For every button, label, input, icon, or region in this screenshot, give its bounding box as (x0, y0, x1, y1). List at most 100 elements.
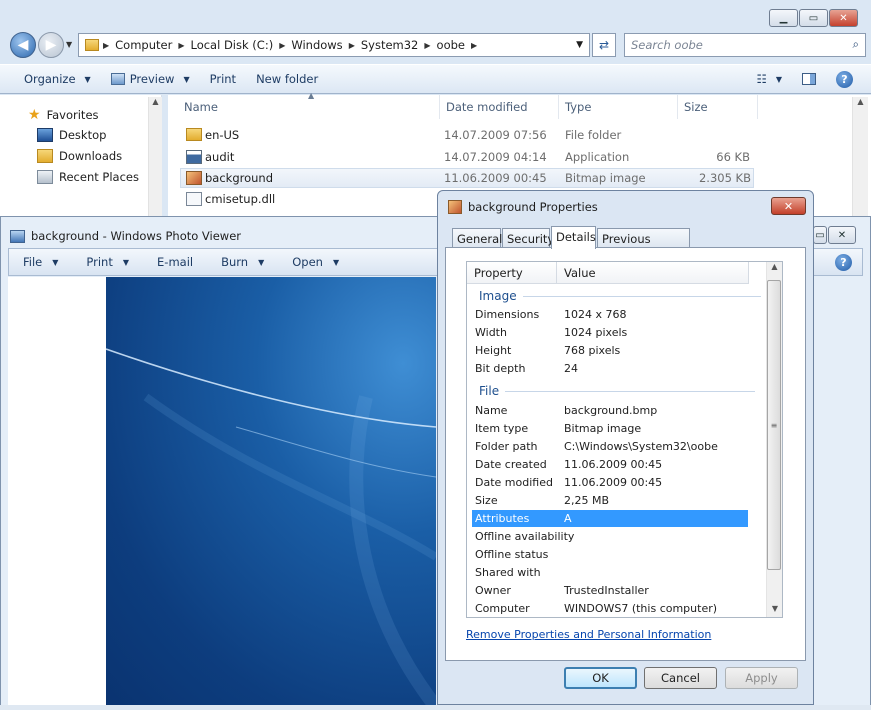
property-row[interactable]: Date modified 11.06.2009 00:45 (472, 474, 748, 491)
menu-label: Burn (221, 255, 249, 269)
column-header-value[interactable]: Value (557, 262, 749, 284)
file-type: Application (565, 150, 630, 164)
close-icon: ✕ (783, 199, 794, 213)
property-value: 24 (564, 362, 578, 375)
property-row[interactable]: Computer WINDOWS7 (this computer) (472, 600, 748, 617)
scroll-up-icon[interactable]: ▲ (853, 97, 868, 106)
close-button[interactable]: ✕ (828, 226, 856, 244)
help-button[interactable]: ? (835, 253, 852, 271)
close-button[interactable]: ✕ (829, 9, 858, 27)
nav-item-favorites[interactable]: ★ Favorites (28, 107, 99, 123)
dialog-close-button[interactable]: ✕ (771, 197, 806, 215)
tab-previous-versions[interactable]: Previous Versions (597, 228, 690, 260)
file-row-selected[interactable]: background 11.06.2009 00:45 Bitmap image… (180, 168, 754, 188)
nav-item-recent-places[interactable]: Recent Places (37, 170, 139, 184)
open-menu[interactable]: Open ▼ (278, 255, 353, 269)
recent-pages-chevron-icon[interactable]: ▼ (66, 40, 72, 49)
property-name: Size (475, 494, 498, 507)
file-row[interactable]: en-US 14.07.2009 07:56 File folder (180, 125, 754, 145)
photo-viewer-icon (10, 229, 25, 243)
property-name: Date created (475, 458, 547, 471)
property-value: 11.06.2009 00:45 (564, 458, 663, 471)
column-label: Type (565, 100, 592, 114)
column-header-name[interactable]: Name ▲ (178, 91, 440, 119)
search-placeholder: Search oobe (631, 38, 703, 52)
property-row[interactable]: Width 1024 pixels (472, 324, 748, 341)
column-header-size[interactable]: Size (678, 95, 758, 119)
property-row[interactable]: Size 2,25 MB (472, 492, 748, 509)
help-button[interactable]: ? (826, 65, 863, 93)
print-menu[interactable]: Print ▼ (72, 255, 143, 269)
wallpaper-swirl-graphic (105, 348, 442, 712)
property-row[interactable]: Date created 11.06.2009 00:45 (472, 456, 748, 473)
column-header-date[interactable]: Date modified (440, 95, 559, 119)
property-row[interactable]: Shared with (472, 564, 748, 581)
property-row[interactable]: Owner TrustedInstaller (472, 582, 748, 599)
breadcrumb-item[interactable]: oobe (431, 38, 471, 52)
print-button[interactable]: Print (200, 65, 246, 93)
property-row[interactable]: Name background.bmp (472, 402, 748, 419)
file-row[interactable]: audit 14.07.2009 04:14 Application 66 KB (180, 147, 754, 167)
organize-button[interactable]: Organize ▼ (14, 65, 101, 93)
folder-icon (186, 128, 202, 144)
maximize-button[interactable]: ▭ (813, 226, 827, 244)
property-name: Folder path (475, 440, 538, 453)
property-row[interactable]: Offline status (472, 546, 748, 563)
nav-label: Downloads (59, 149, 123, 163)
nav-scrollbar[interactable]: ▲ (148, 97, 162, 220)
breadcrumb-item[interactable]: Computer (109, 38, 178, 52)
dialog-titlebar: background Properties (448, 200, 598, 214)
column-header-type[interactable]: Type (559, 95, 678, 119)
back-button[interactable]: ◀ (10, 32, 36, 58)
apply-button[interactable]: Apply (725, 667, 798, 689)
new-folder-button[interactable]: New folder (246, 65, 328, 93)
tab-security[interactable]: Security (502, 228, 554, 248)
property-name: Shared with (475, 566, 541, 579)
search-input[interactable]: Search oobe ⌕ (624, 33, 866, 57)
address-dropdown-icon[interactable]: ▼ (576, 40, 583, 50)
preview-pane-button[interactable] (792, 65, 826, 93)
tab-general[interactable]: General (452, 228, 502, 248)
property-name: Width (475, 326, 507, 339)
minimize-button[interactable]: ▁ (769, 9, 798, 27)
scroll-down-icon[interactable]: ▼ (767, 604, 783, 613)
forward-button[interactable]: ▶ (38, 32, 64, 58)
file-list-scrollbar[interactable]: ▲ (852, 97, 868, 220)
nav-item-downloads[interactable]: Downloads (37, 149, 122, 163)
breadcrumb-item[interactable]: System32 (355, 38, 425, 52)
burn-menu[interactable]: Burn ▼ (207, 255, 278, 269)
cancel-button[interactable]: Cancel (644, 667, 717, 689)
column-header-property[interactable]: Property (467, 262, 557, 284)
property-row-selected[interactable]: Attributes A (472, 510, 748, 527)
property-row[interactable]: Dimensions 1024 x 768 (472, 306, 748, 323)
preview-button[interactable]: Preview ▼ (101, 65, 200, 93)
scroll-up-icon[interactable]: ▲ (767, 262, 782, 278)
column-label: Date modified (446, 100, 528, 114)
breadcrumb-item[interactable]: Local Disk (C:) (184, 38, 279, 52)
property-row[interactable]: Offline availability (472, 528, 748, 545)
email-menu[interactable]: E-mail (143, 255, 207, 269)
property-row[interactable]: Item type Bitmap image (472, 420, 748, 437)
tab-details[interactable]: Details (551, 226, 596, 249)
breadcrumb-item[interactable]: Windows (285, 38, 348, 52)
group-label: Image (479, 289, 517, 303)
address-bar[interactable]: ▶ Computer ▶ Local Disk (C:) ▶ Windows ▶… (78, 33, 590, 57)
remove-properties-link[interactable]: Remove Properties and Personal Informati… (466, 628, 711, 641)
views-button[interactable]: ☷ ▼ (747, 65, 792, 93)
nav-item-desktop[interactable]: Desktop (37, 128, 106, 142)
property-value[interactable]: A (564, 512, 572, 525)
refresh-button[interactable]: ⇄ (592, 33, 616, 57)
file-menu[interactable]: File ▼ (9, 255, 72, 269)
chevron-down-icon: ▼ (84, 74, 91, 84)
file-name: cmisetup.dll (205, 192, 276, 206)
recent-places-icon (37, 170, 53, 184)
maximize-button[interactable]: ▭ (799, 9, 828, 27)
scroll-up-icon[interactable]: ▲ (149, 97, 162, 106)
property-row[interactable]: Folder path C:\Windows\System32\oobe (472, 438, 748, 455)
ok-button[interactable]: OK (564, 667, 637, 689)
search-icon[interactable]: ⌕ (853, 37, 859, 52)
scrollbar-thumb[interactable]: ≡ (767, 280, 781, 570)
file-date: 14.07.2009 07:56 (444, 128, 547, 142)
property-row[interactable]: Height 768 pixels (472, 342, 748, 359)
property-row[interactable]: Bit depth 24 (472, 360, 748, 377)
